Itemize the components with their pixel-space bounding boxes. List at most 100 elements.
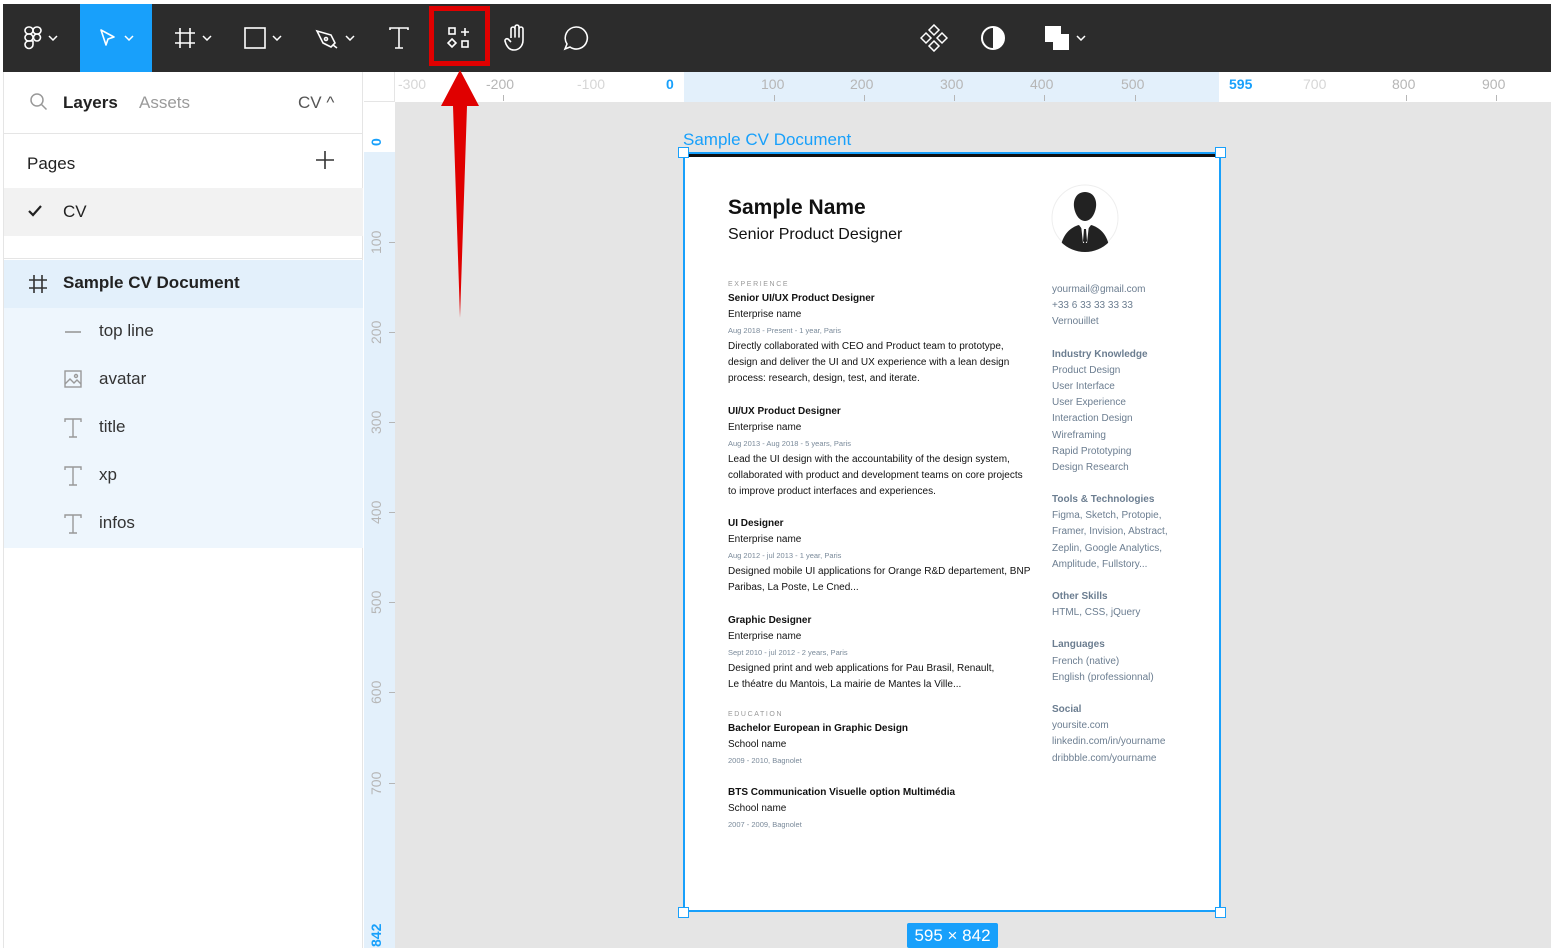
frame-title[interactable]: Sample CV Document [683, 130, 851, 150]
social-link: linkedin.com/in/yourname [1052, 736, 1166, 748]
skills-heading: Languages [1052, 639, 1105, 651]
layer-label: top line [99, 321, 154, 340]
ruler-tick-label: 700 [368, 771, 384, 795]
ruler-tick-label: 0 [666, 76, 674, 92]
job-desc-line: Designed mobile UI applications for Oran… [728, 566, 1031, 578]
page-selector[interactable]: CV ^ [298, 93, 334, 113]
ruler-tick [389, 242, 395, 243]
layer-xp[interactable]: xp [4, 452, 363, 500]
ruler-tick [774, 95, 775, 101]
section-heading: EXPERIENCE [728, 281, 790, 288]
ruler-tick [389, 692, 395, 693]
move-tool-button[interactable] [80, 4, 152, 72]
resize-handle-bottom-left[interactable] [678, 907, 689, 918]
layer-infos[interactable]: infos [4, 500, 363, 548]
job-desc-line: to improve product interfaces and experi… [728, 486, 936, 498]
components-button[interactable] [911, 4, 957, 72]
ruler-tick [389, 602, 395, 603]
skills-heading: Other Skills [1052, 591, 1108, 602]
check-icon [28, 205, 42, 217]
tab-layers[interactable]: Layers [63, 93, 118, 113]
line-icon [65, 331, 81, 333]
comment-icon [563, 26, 589, 51]
ruler-tick [1406, 95, 1407, 101]
layer-frame-sample-cv[interactable]: Sample CV Document [4, 260, 363, 308]
resize-handle-top-right[interactable] [1215, 147, 1226, 158]
layer-label: avatar [99, 369, 147, 388]
chevron-down-icon [48, 35, 58, 41]
layer-label: xp [99, 465, 117, 484]
page-item-label: CV [63, 202, 87, 221]
resize-handle-bottom-right[interactable] [1215, 907, 1226, 918]
ruler-tick-label: 900 [1482, 76, 1506, 92]
shape-tool-button[interactable] [235, 4, 291, 72]
layer-title[interactable]: title [4, 404, 363, 452]
skill-item: Figma, Sketch, Protopie, [1052, 510, 1162, 522]
contrast-button[interactable] [970, 4, 1016, 72]
skill-item: HTML, CSS, jQuery [1052, 607, 1141, 619]
layer-avatar[interactable]: avatar [4, 356, 363, 404]
comment-tool-button[interactable] [554, 4, 598, 72]
tab-assets[interactable]: Assets [139, 93, 190, 113]
chevron-down-icon [202, 35, 212, 41]
text-tool-button[interactable] [377, 4, 421, 72]
boolean-icon [1045, 26, 1069, 50]
skill-item: Zeplin, Google Analytics, [1052, 542, 1163, 554]
ruler-tick [389, 783, 395, 784]
canvas[interactable]: -300 -200 -100 0 100 200 300 400 500 595… [364, 72, 1551, 948]
education-title: Bachelor European in Graphic Design [728, 723, 909, 735]
ruler-tick-label: 700 [1303, 76, 1327, 92]
main-menu-button[interactable] [11, 4, 71, 72]
cursor-icon [100, 29, 115, 46]
search-icon[interactable] [30, 93, 48, 111]
ruler-tick-label: 400 [1030, 76, 1054, 92]
ruler-tick [1044, 95, 1045, 101]
cv-document-frame[interactable]: Sample Name Senior Product Designer EXPE… [683, 152, 1221, 912]
boolean-button[interactable] [1035, 4, 1095, 72]
job-date: Aug 2018 - Present - 1 year, Paris [728, 326, 841, 335]
ruler-tick [503, 95, 504, 101]
ruler-tick-label: 0 [368, 138, 384, 146]
ruler-tick [389, 422, 395, 423]
text-icon [64, 514, 82, 534]
toolbar [3, 4, 1551, 72]
layer-top-line[interactable]: top line [4, 308, 363, 356]
hand-tool-button[interactable] [495, 4, 539, 72]
contact-location: Vernouillet [1052, 316, 1099, 328]
job-title: UI/UX Product Designer [728, 405, 841, 417]
ruler-tick-label: 595 [1229, 76, 1253, 92]
chevron-down-icon [272, 35, 282, 41]
job-desc-line: design and deliver the UI and UX experie… [728, 357, 1010, 369]
person-silhouette-icon [1051, 184, 1119, 252]
skills-heading: Industry Knowledge [1052, 348, 1148, 360]
ruler-tick [389, 332, 395, 333]
ruler-tick-label: 300 [368, 410, 384, 434]
skill-item: User Experience [1052, 397, 1126, 409]
page-item-cv[interactable]: CV [4, 188, 363, 236]
cv-experience-column: EXPERIENCE Senior UI/UX Product Designer… [728, 281, 1038, 833]
ruler-tick [389, 512, 395, 513]
frame-tool-button[interactable] [165, 4, 221, 72]
chevron-down-icon [345, 35, 355, 41]
layer-label: infos [99, 513, 135, 532]
job-entry: Senior UI/UX Product Designer Enterprise… [728, 291, 1038, 388]
text-icon [64, 418, 82, 438]
education-entry: Bachelor European in Graphic Design Scho… [728, 721, 1038, 769]
frame-icon [175, 28, 195, 48]
chevron-down-icon [124, 35, 134, 41]
ruler-tick [1135, 95, 1136, 101]
layer-tree: Sample CV Document top line avatar title… [4, 260, 363, 548]
add-page-icon[interactable] [315, 150, 335, 170]
job-title: Senior UI/UX Product Designer [728, 293, 875, 304]
education-date: 2007 - 2009, Bagnolet [728, 820, 802, 830]
ruler-tick [954, 95, 955, 101]
social-link: dribbble.com/yourname [1052, 752, 1157, 764]
cv-role: Senior Product Designer [728, 226, 903, 243]
resize-handle-top-left[interactable] [678, 147, 689, 158]
job-enterprise: Enterprise name [728, 309, 802, 320]
skill-item: Product Design [1052, 364, 1121, 376]
pen-tool-button[interactable] [306, 4, 364, 72]
ruler-tick-label: 200 [368, 320, 384, 344]
layers-panel: Layers Assets CV ^ Pages CV Sample CV Do… [3, 72, 363, 948]
cv-top-line [685, 154, 1219, 157]
